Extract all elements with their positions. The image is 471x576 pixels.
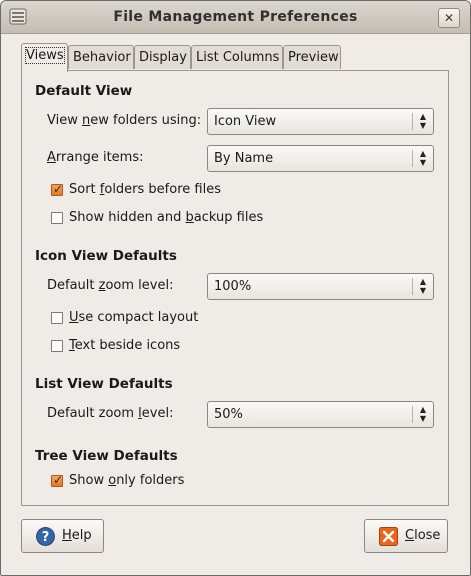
label-part: Default — [47, 278, 99, 293]
up-down-arrows-icon: ▲ ▼ — [419, 149, 427, 167]
list-view-heading: List View Defaults — [35, 376, 173, 392]
tab-views-label: Views — [25, 47, 65, 64]
view-new-folders-label: View new folders using: — [47, 113, 201, 128]
compact-layout-label: Use compact layout — [69, 310, 198, 325]
tab-display[interactable]: Display — [134, 45, 191, 69]
label-part: nly folders — [116, 473, 185, 488]
checkmark-icon: ✓ — [53, 473, 64, 487]
checkbox-unchecked[interactable] — [51, 340, 63, 352]
show-only-folders-label: Show only folders — [69, 473, 184, 488]
mnemonic: U — [69, 310, 79, 325]
combo-separator — [412, 113, 413, 130]
label-part: oom level: — [105, 278, 174, 293]
tab-list-columns-label: List Columns — [196, 50, 280, 65]
select-value: Icon View — [214, 114, 277, 129]
tab-views[interactable]: Views — [21, 43, 68, 72]
label-part: Sort — [69, 182, 100, 197]
tab-behavior-label: Behavior — [73, 50, 131, 65]
combo-separator — [412, 278, 413, 295]
combo-separator — [412, 150, 413, 167]
title-bar[interactable]: File Management Preferences ✕ — [1, 1, 470, 34]
sort-folders-label: Sort folders before files — [69, 182, 221, 197]
label-part: Show — [69, 473, 109, 488]
label-part: se compact layout — [78, 310, 199, 325]
label-part: olders before files — [104, 182, 221, 197]
up-down-arrows-icon: ▲ ▼ — [419, 112, 427, 130]
list-zoom-label: Default zoom level: — [47, 406, 173, 421]
window-close-icon[interactable]: ✕ — [438, 8, 460, 28]
label-part: evel: — [141, 406, 174, 421]
arrange-items-label: Arrange items: — [47, 150, 143, 165]
select-value: 50% — [214, 407, 243, 422]
label-part: lose — [414, 528, 441, 543]
label-part: Show hidden and — [69, 210, 186, 225]
help-button[interactable]: ? Help — [21, 519, 104, 553]
checkbox-checked[interactable]: ✓ — [51, 473, 64, 487]
views-panel: Default View View new folders using: Ico… — [21, 70, 449, 506]
icon-zoom-select[interactable]: 100% ▲ ▼ — [207, 273, 434, 300]
select-value: 100% — [214, 279, 252, 294]
checkbox-checked[interactable]: ✓ — [51, 182, 64, 196]
label-part: View — [47, 113, 82, 128]
label-part: ext beside icons — [74, 338, 181, 353]
mnemonic: H — [62, 528, 72, 543]
tree-view-heading: Tree View Defaults — [35, 448, 178, 464]
mnemonic: b — [185, 210, 194, 225]
label-part: Default zoom — [47, 406, 139, 421]
close-button-label: Close — [405, 528, 440, 543]
text-beside-icons-label: Text beside icons — [69, 338, 180, 353]
up-down-arrows-icon: ▲ ▼ — [419, 405, 427, 423]
show-hidden-label: Show hidden and backup files — [69, 210, 263, 225]
window-title: File Management Preferences — [113, 9, 358, 25]
close-button[interactable]: Close — [364, 519, 448, 553]
icon-zoom-label: Default zoom level: — [47, 278, 173, 293]
view-new-folders-select[interactable]: Icon View ▲ ▼ — [207, 108, 434, 135]
close-icon — [379, 527, 398, 546]
combo-separator — [412, 406, 413, 423]
mnemonic: o — [108, 473, 117, 488]
label-part: ew folders using: — [90, 113, 202, 128]
default-view-heading: Default View — [35, 83, 133, 99]
checkbox-unchecked[interactable] — [51, 312, 63, 324]
tab-preview[interactable]: Preview — [283, 45, 341, 69]
checkmark-icon: ✓ — [53, 182, 64, 196]
help-button-label: Help — [62, 528, 92, 543]
icon-view-heading: Icon View Defaults — [35, 248, 177, 264]
tab-behavior[interactable]: Behavior — [68, 45, 134, 69]
label-part: elp — [71, 528, 92, 543]
mnemonic: C — [405, 528, 415, 543]
label-part: ackup files — [193, 210, 264, 225]
mnemonic: n — [81, 113, 91, 128]
help-icon: ? — [36, 527, 55, 546]
tab-preview-label: Preview — [288, 50, 339, 65]
tab-display-label: Display — [139, 50, 187, 65]
arrange-items-select[interactable]: By Name ▲ ▼ — [207, 145, 434, 172]
list-zoom-select[interactable]: 50% ▲ ▼ — [207, 401, 434, 428]
select-value: By Name — [214, 151, 274, 166]
tab-list-columns[interactable]: List Columns — [191, 45, 283, 69]
mnemonic: A — [47, 150, 56, 165]
preferences-window: File Management Preferences ✕ Views Beha… — [0, 0, 471, 576]
label-part: rrange items: — [55, 150, 144, 165]
up-down-arrows-icon: ▲ ▼ — [419, 277, 427, 295]
svg-text:?: ? — [42, 530, 50, 545]
checkbox-unchecked[interactable] — [51, 212, 63, 224]
